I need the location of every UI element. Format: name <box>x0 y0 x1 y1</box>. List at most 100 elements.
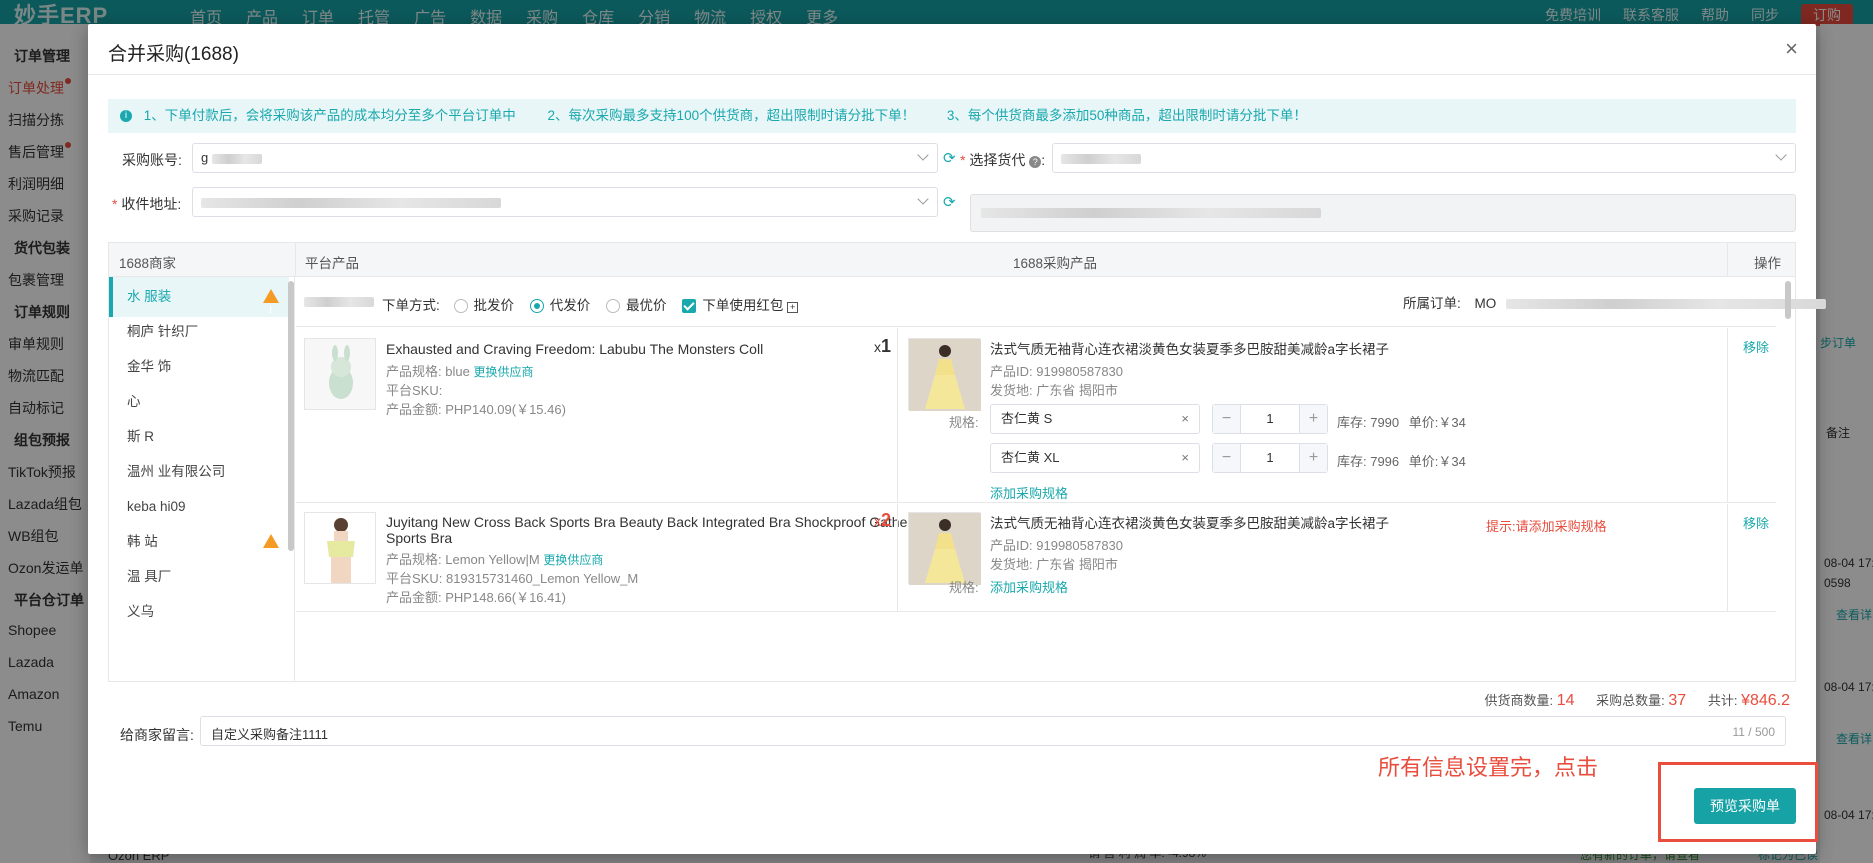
agent-value <box>1061 150 1141 165</box>
redpack-checkbox[interactable]: 下单使用红包 + <box>682 298 799 314</box>
order-mode-bar: 下单方式: 批发价 代发价 最优价 下单使用红包 + 所属订单: MO <box>296 277 1827 327</box>
warning-icon <box>263 289 279 331</box>
merge-purchase-modal: 合并采购(1688) × i 1、下单付款后，会将采购该产品的成本均分至多个平台… <box>88 24 1827 854</box>
change-supplier-link[interactable]: 更换供应商 <box>543 553 603 567</box>
table-row: Exhausted and Craving Freedom: Labubu Th… <box>296 328 1776 503</box>
platform-product-image[interactable] <box>304 338 376 410</box>
purchase-origin: 发货地: 广东省 揭阳市 <box>990 383 1118 398</box>
refresh-account-icon[interactable]: ⟳ <box>943 149 956 167</box>
table-row: Juyitang New Cross Back Sports Bra Beaut… <box>296 504 1776 612</box>
order-mode-group: 下单方式: 批发价 代发价 最优价 下单使用红包 + <box>382 294 799 314</box>
plus-icon: + <box>1299 405 1327 433</box>
account-value: g <box>201 150 262 165</box>
total-quantity: 37 <box>1668 692 1687 709</box>
purchase-product-image[interactable] <box>908 338 981 411</box>
quantity-stepper[interactable]: −1 + <box>1212 404 1328 434</box>
merchant-name: 韩 站 <box>127 534 158 549</box>
quantity-stepper[interactable]: −1 + <box>1212 443 1328 473</box>
warning-icon <box>263 534 279 576</box>
merchant-item[interactable]: 义乌 <box>109 592 289 632</box>
merchant-item[interactable]: 温州 业有限公司 <box>109 452 289 492</box>
account-select[interactable]: g <box>192 143 938 173</box>
platform-product-spec: 产品规格: Lemon Yellow|M 更换供应商 <box>386 552 604 567</box>
th-action: 操作 <box>1754 256 1781 271</box>
clear-icon[interactable]: × <box>1181 405 1189 433</box>
platform-amount: 产品金额: PHP140.09(￥15.46) <box>386 402 566 417</box>
merchant-item[interactable]: 水 服装 <box>109 277 289 331</box>
add-spec-link[interactable]: 添加采购规格 <box>990 577 1068 596</box>
spec-label: 规格: <box>949 580 979 595</box>
platform-sku: 平台SKU: <box>386 383 443 398</box>
plus-icon: + <box>1299 444 1327 472</box>
merchant-list: 水 服装桐庐 针织厂金华 饰心斯 R 温州 业有限公司 keba hi09 韩 站温 … <box>109 277 295 682</box>
instruction-annotation: 所有信息设置完，点击 <box>1378 755 1599 780</box>
address-label: * 收件地址: <box>112 196 182 212</box>
platform-sku: 平台SKU: 819315731460_Lemon Yellow_M <box>386 571 639 586</box>
purchase-origin: 发货地: 广东省 揭阳市 <box>990 557 1118 572</box>
total-amount: ¥846.2 <box>1741 692 1790 709</box>
account-label: 采购账号: <box>122 152 182 168</box>
refresh-address-icon[interactable]: ⟳ <box>943 193 956 211</box>
notice-bar: i 1、下单付款后，会将采购该产品的成本均分至多个平台订单中 2、每次采购最多支… <box>108 99 1796 133</box>
redpack-icon: + <box>787 302 799 313</box>
address-detail <box>970 194 1796 232</box>
merchant-item[interactable]: 温 具厂 <box>109 557 289 597</box>
merchant-scrollbar[interactable] <box>288 281 294 551</box>
remove-button[interactable]: 移除 <box>1743 513 1769 532</box>
merchant-item[interactable]: keba hi09 <box>109 487 289 527</box>
modal-title: 合并采购(1688) <box>108 44 239 65</box>
platform-product-title[interactable]: Juyitang New Cross Back Sports Bra Beaut… <box>386 514 946 546</box>
close-icon[interactable]: × <box>1785 36 1798 62</box>
merchant-item[interactable]: 金华 饰 <box>109 347 289 387</box>
merchant-item[interactable]: 韩 站 <box>109 522 289 576</box>
chevron-down-icon <box>917 193 929 205</box>
merchant-name: 水 服装 <box>127 289 172 304</box>
radio-wholesale[interactable]: 批发价 <box>453 298 514 314</box>
th-1688-product: 1688采购产品 <box>1013 256 1098 271</box>
merchant-memo-input[interactable]: 自定义采购备注1111 11 / 500 <box>200 716 1786 746</box>
radio-dropship[interactable]: 代发价 <box>529 298 590 314</box>
platform-product-title[interactable]: Exhausted and Craving Freedom: Labubu Th… <box>386 341 866 357</box>
purchase-product-title[interactable]: 法式气质无袖背心连衣裙淡黄色女装夏季多巴胺甜美减龄a字长裙子 <box>990 516 1470 532</box>
memo-counter: 11 / 500 <box>1732 725 1775 739</box>
memo-value: 自定义采购备注1111 <box>211 727 329 742</box>
remove-button[interactable]: 移除 <box>1743 337 1769 356</box>
purchase-table: 1688商家 平台产品 1688采购产品 操作 水 服装桐庐 针织厂金华 饰心斯… <box>108 242 1827 682</box>
chevron-down-icon <box>1775 149 1787 161</box>
purchase-product-image[interactable] <box>908 512 981 585</box>
merchant-name: 义乌 <box>127 604 154 619</box>
merchant-name: 温州 业有限公司 <box>127 464 226 479</box>
merchant-item[interactable]: 桐庐 针织厂 <box>109 312 289 352</box>
agent-select[interactable] <box>1052 143 1796 173</box>
add-spec-hint: 提示:请添加采购规格 <box>1486 519 1607 534</box>
spec-select[interactable]: 杏仁黄 S × <box>990 404 1200 434</box>
help-icon: ? <box>1029 156 1042 168</box>
address-select[interactable] <box>192 187 938 217</box>
preview-purchase-button[interactable]: 预览采购单 <box>1694 788 1796 824</box>
spec-stock: 库存: 7990 单价:￥34 <box>1337 415 1466 430</box>
purchase-product-id: 产品ID: 919980587830 <box>990 538 1124 553</box>
spec-stock: 库存: 7996 单价:￥34 <box>1337 454 1466 469</box>
blurred-shop <box>304 297 374 307</box>
table-scrollbar[interactable] <box>1785 281 1791 319</box>
platform-product-spec: 产品规格: blue 更换供应商 <box>386 364 534 379</box>
clear-icon[interactable]: × <box>1181 444 1189 472</box>
add-spec-link[interactable]: 添加采购规格 <box>990 483 1068 502</box>
agent-label: * 选择货代 ?: <box>960 152 1046 168</box>
order-mode-label: 下单方式: <box>382 298 440 313</box>
purchase-product-title[interactable]: 法式气质无袖背心连衣裙淡黄色女装夏季多巴胺甜美减龄a字长裙子 <box>990 342 1510 358</box>
platform-quantity: x2 <box>874 510 892 530</box>
change-supplier-link[interactable]: 更换供应商 <box>473 365 533 379</box>
spec-label: 规格: <box>949 415 979 430</box>
platform-product-image[interactable] <box>304 512 376 584</box>
address-value <box>201 194 501 209</box>
th-platform-product: 平台产品 <box>305 256 359 271</box>
chevron-down-icon <box>917 149 929 161</box>
merchant-item[interactable]: 心 <box>109 382 289 422</box>
supplier-count: 14 <box>1556 692 1575 709</box>
merchant-item[interactable]: 斯 R <box>109 417 289 457</box>
radio-best-price[interactable]: 最优价 <box>606 298 667 314</box>
th-merchant: 1688商家 <box>119 256 177 271</box>
spec-select[interactable]: 杏仁黄 XL × <box>990 443 1200 473</box>
merchant-name: 斯 R <box>127 429 154 444</box>
